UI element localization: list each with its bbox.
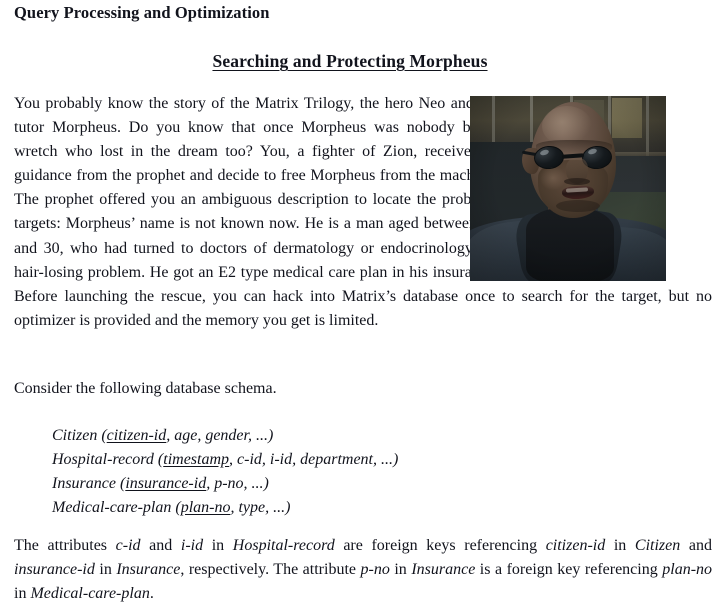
- fk-text: and: [680, 537, 712, 554]
- relation-attributes: , type, ...): [230, 499, 291, 517]
- fk-text: in: [605, 537, 635, 554]
- primary-key: insurance-id: [125, 475, 207, 493]
- fk-relation-medical-care-plan: Medical-care-plan: [30, 585, 150, 603]
- relation-name: Medical-care-plan: [52, 499, 172, 517]
- paren-open: (: [97, 427, 107, 444]
- fk-relation-insurance-2: Insurance: [411, 561, 476, 579]
- relation-attributes: , c-id, i-id, department, ...): [229, 451, 399, 469]
- fk-relation-insurance: Insurance: [116, 561, 181, 579]
- page-title: Searching and Protecting Morpheus: [0, 51, 700, 72]
- fk-relation-hospital-record: Hospital-record: [232, 537, 335, 554]
- fk-text: , respectively. The attribute: [180, 561, 361, 579]
- schema-relation-insurance: Insurance (insurance-id, p-no, ...): [52, 472, 398, 496]
- fk-attr-c-id: c-id: [115, 537, 141, 554]
- relation-name: Citizen: [52, 427, 98, 444]
- photo-vignette: [470, 96, 666, 281]
- fk-text: in: [94, 561, 117, 579]
- paren-open: (: [153, 451, 164, 469]
- fk-text: are foreign keys referencing: [334, 537, 546, 554]
- relation-name: Insurance: [52, 475, 116, 493]
- relation-attributes: , age, gender, ...): [166, 427, 274, 444]
- fk-text: in: [14, 585, 31, 603]
- primary-key: timestamp: [163, 451, 230, 469]
- relation-attributes: , p-no, ...): [206, 475, 269, 493]
- relation-name: Hospital-record: [52, 451, 154, 469]
- fk-text: in: [203, 537, 233, 554]
- document-page: Query Processing and Optimization Search…: [0, 0, 728, 616]
- fk-attr-i-id: i-id: [180, 537, 204, 554]
- primary-key: plan-no: [180, 499, 231, 517]
- running-header: Query Processing and Optimization: [14, 3, 270, 22]
- fk-text: is a foreign key referencing: [475, 561, 663, 579]
- primary-key: citizen-id: [106, 427, 167, 444]
- page-title-text: Searching and Protecting Morpheus: [212, 51, 488, 71]
- fk-attr-plan-no: plan-no: [662, 561, 713, 579]
- schema-relation-hospital-record: Hospital-record (timestamp, c-id, i-id, …: [52, 448, 398, 472]
- foreign-keys-paragraph: The attributes c-id and i-id in Hospital…: [14, 534, 712, 606]
- fk-text: in: [389, 561, 412, 579]
- schema-relation-medical-care-plan: Medical-care-plan (plan-no, type, ...): [52, 496, 398, 520]
- schema-block: Citizen (citizen-id, age, gender, ...) H…: [52, 424, 398, 520]
- paren-open: (: [115, 475, 126, 493]
- fk-relation-citizen: Citizen: [634, 537, 681, 554]
- schema-relation-citizen: Citizen (citizen-id, age, gender, ...): [52, 424, 398, 448]
- fk-attr-citizen-id: citizen-id: [545, 537, 606, 554]
- fk-text: and: [140, 537, 181, 554]
- fk-attr-p-no: p-no: [360, 561, 390, 579]
- paren-open: (: [171, 499, 181, 517]
- fk-text: .: [149, 585, 154, 603]
- fk-text: The attributes: [14, 537, 116, 554]
- fk-attr-insurance-id: insurance-id: [14, 561, 95, 579]
- schema-intro-line: Consider the following database schema.: [14, 380, 277, 397]
- morpheus-photo: [470, 96, 666, 281]
